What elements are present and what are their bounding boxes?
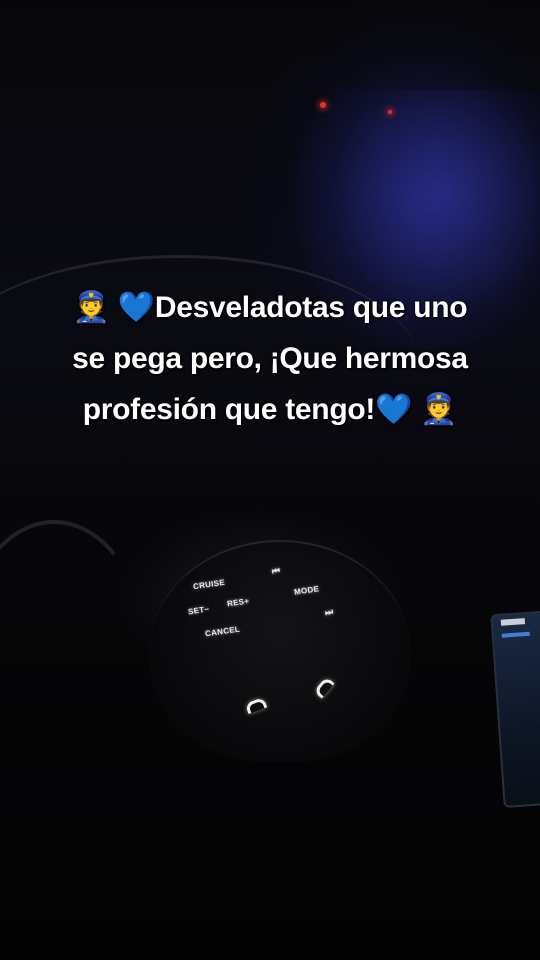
police-officer-icon: 👮: [420, 392, 458, 427]
blue-heart-icon: 💙: [117, 290, 155, 325]
red-indicator-light-small: [388, 110, 392, 114]
caption-line-2: se pega pero, ¡Que hermosa: [72, 342, 468, 375]
caption-text-1: Desveladotas que uno: [154, 291, 468, 324]
screen-clock: [500, 618, 526, 626]
video-frame: CRUISE ⏮ MODE SET− RES+ ⏭ CANCEL 👮 💙Desv…: [0, 0, 540, 960]
red-indicator-light: [320, 102, 326, 108]
police-officer-icon: 👮: [72, 290, 110, 325]
caption-text-3: profesión que tengo!: [82, 393, 376, 426]
screen-status-bar: [501, 631, 530, 638]
steering-wheel-rim: [0, 520, 148, 788]
caption-line-3: profesión que tengo!💙 👮: [20, 384, 520, 435]
next-track-icon: ⏭: [324, 606, 334, 618]
caption-line-1: 👮 💙Desveladotas que uno: [20, 282, 520, 333]
blue-heart-icon: 💙: [375, 392, 413, 427]
video-caption: 👮 💙Desveladotas que uno se pega pero, ¡Q…: [20, 282, 520, 435]
prev-track-icon: ⏮: [271, 565, 281, 577]
infotainment-screen: [490, 610, 540, 808]
